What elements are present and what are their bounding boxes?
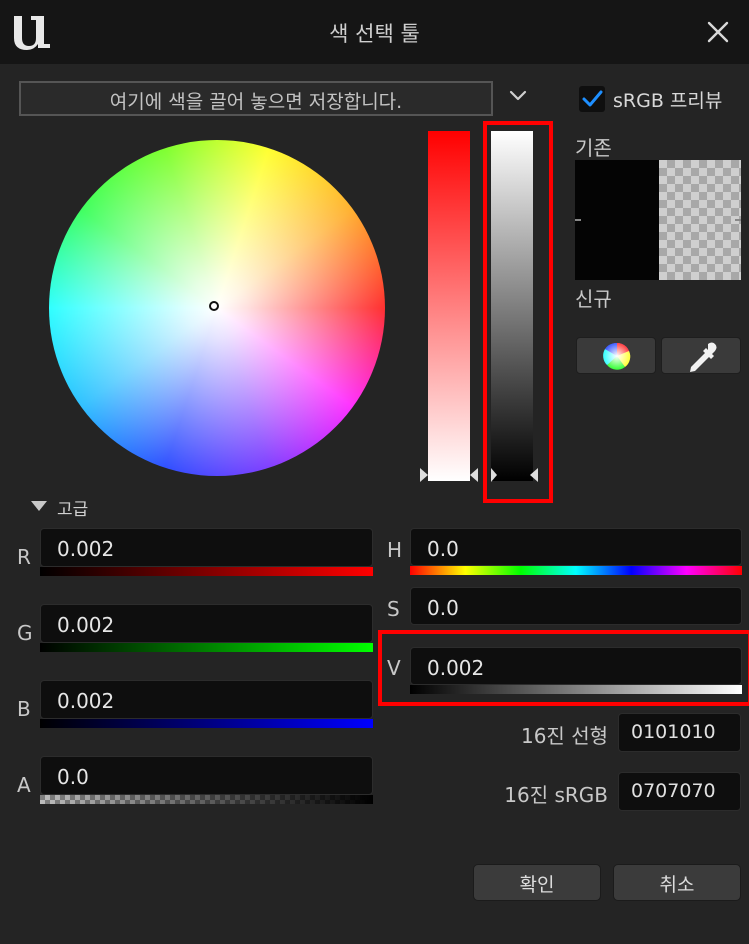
srgb-preview-label[interactable]: sRGB 프리뷰 bbox=[613, 86, 722, 113]
eyedropper-button[interactable] bbox=[661, 337, 741, 374]
g-channel-label: G bbox=[17, 621, 33, 645]
swatch-divider-tick-right bbox=[735, 219, 741, 221]
ok-button[interactable]: 확인 bbox=[473, 864, 601, 901]
value-slider-highlight bbox=[483, 121, 553, 503]
old-color-swatch bbox=[575, 160, 659, 280]
a-channel-label: A bbox=[17, 773, 31, 797]
b-channel-label: B bbox=[17, 697, 31, 721]
color-wheel-marker[interactable] bbox=[209, 301, 219, 311]
h-channel-input[interactable]: 0.0 bbox=[410, 528, 742, 566]
s-channel-label: S bbox=[387, 597, 400, 621]
checkmark-icon bbox=[582, 90, 603, 107]
hex-linear-input[interactable]: 0101010 bbox=[618, 713, 741, 752]
a-channel-input[interactable]: 0.0 bbox=[40, 756, 373, 795]
r-channel-input[interactable]: 0.002 bbox=[40, 528, 373, 567]
chevron-down-icon[interactable] bbox=[508, 88, 528, 104]
b-channel-gradient[interactable] bbox=[40, 719, 373, 728]
g-channel-gradient[interactable] bbox=[40, 643, 373, 652]
window-title: 색 선택 툴 bbox=[329, 22, 420, 46]
s-channel-input[interactable]: 0.0 bbox=[410, 587, 742, 625]
close-icon[interactable] bbox=[703, 17, 733, 47]
h-channel-gradient[interactable] bbox=[410, 566, 742, 575]
new-color-label: 신규 bbox=[575, 287, 612, 311]
old-color-label: 기존 bbox=[575, 136, 612, 160]
drop-zone-text: 여기에 색을 끌어 놓으면 저장합니다. bbox=[109, 91, 403, 113]
h-channel-label: H bbox=[387, 538, 403, 562]
srgb-preview-checkbox[interactable] bbox=[579, 86, 605, 112]
swatch-divider-tick-left bbox=[575, 219, 581, 221]
advanced-toggle-arrow-icon[interactable] bbox=[31, 501, 47, 511]
r-channel-gradient[interactable] bbox=[40, 567, 373, 576]
b-channel-input[interactable]: 0.002 bbox=[40, 680, 373, 719]
v-channel-highlight bbox=[378, 630, 749, 706]
new-color-swatch bbox=[659, 160, 741, 280]
saturation-slider[interactable] bbox=[428, 131, 470, 481]
a-channel-gradient[interactable] bbox=[40, 795, 373, 804]
hex-srgb-input[interactable]: 0707070 bbox=[618, 772, 741, 811]
saturation-slider-handle-right[interactable] bbox=[470, 468, 478, 482]
r-channel-label: R bbox=[17, 545, 31, 569]
hex-linear-label: 16진 선형 bbox=[520, 724, 608, 748]
advanced-section-label[interactable]: 고급 bbox=[57, 495, 88, 520]
color-drop-zone[interactable]: 여기에 색을 끌어 놓으면 저장합니다. bbox=[19, 81, 493, 116]
saturation-slider-handle-left[interactable] bbox=[420, 468, 428, 482]
wheel-mode-button[interactable] bbox=[576, 337, 656, 374]
color-wheel-icon bbox=[603, 342, 631, 370]
eyedropper-icon bbox=[690, 342, 717, 372]
g-channel-input[interactable]: 0.002 bbox=[40, 604, 373, 643]
cancel-button[interactable]: 취소 bbox=[613, 864, 741, 901]
hex-srgb-label: 16진 sRGB bbox=[504, 783, 608, 807]
